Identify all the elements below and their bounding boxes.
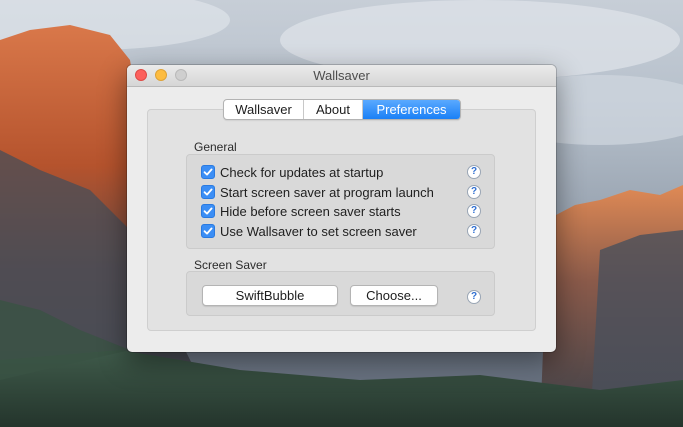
- choose-screensaver-button[interactable]: Choose...: [350, 285, 438, 306]
- help-icon[interactable]: ?: [467, 224, 481, 238]
- option-start-screensaver[interactable]: Start screen saver at program launch: [201, 183, 434, 201]
- general-options-group: Check for updates at startup Start scree…: [186, 154, 495, 249]
- help-icon[interactable]: ?: [467, 165, 481, 179]
- checkbox-start-screensaver[interactable]: [201, 185, 215, 199]
- screen-saver-group: SwiftBubble Choose... ?: [186, 271, 495, 316]
- checkbox-hide-before[interactable]: [201, 204, 215, 218]
- option-hide-before[interactable]: Hide before screen saver starts: [201, 202, 401, 220]
- option-label: Use Wallsaver to set screen saver: [220, 223, 417, 239]
- help-icon[interactable]: ?: [467, 204, 481, 218]
- option-label: Start screen saver at program launch: [220, 184, 434, 200]
- option-check-updates[interactable]: Check for updates at startup: [201, 163, 383, 181]
- screen-saver-section-label: Screen Saver: [194, 258, 267, 272]
- preferences-panel: General Check for updates at startup Sta…: [147, 109, 536, 331]
- tab-wallsaver[interactable]: Wallsaver: [224, 100, 304, 119]
- title-bar[interactable]: Wallsaver: [127, 65, 556, 87]
- window-title: Wallsaver: [313, 68, 370, 83]
- checkmark-icon: [203, 168, 213, 176]
- checkmark-icon: [203, 207, 213, 215]
- option-use-wallsaver[interactable]: Use Wallsaver to set screen saver: [201, 222, 417, 240]
- checkmark-icon: [203, 227, 213, 235]
- wallsaver-window: Wallsaver General Check for updates at s…: [127, 65, 556, 352]
- tab-preferences[interactable]: Preferences: [363, 100, 460, 119]
- option-label: Hide before screen saver starts: [220, 203, 401, 219]
- option-label: Check for updates at startup: [220, 164, 384, 180]
- current-screensaver-button[interactable]: SwiftBubble: [202, 285, 338, 306]
- checkbox-use-wallsaver[interactable]: [201, 224, 215, 238]
- tab-bar: Wallsaver About Preferences: [223, 99, 461, 120]
- general-section-label: General: [194, 140, 237, 154]
- checkmark-icon: [203, 188, 213, 196]
- checkbox-check-updates[interactable]: [201, 165, 215, 179]
- help-icon[interactable]: ?: [467, 290, 481, 304]
- tab-about[interactable]: About: [304, 100, 363, 119]
- help-icon[interactable]: ?: [467, 185, 481, 199]
